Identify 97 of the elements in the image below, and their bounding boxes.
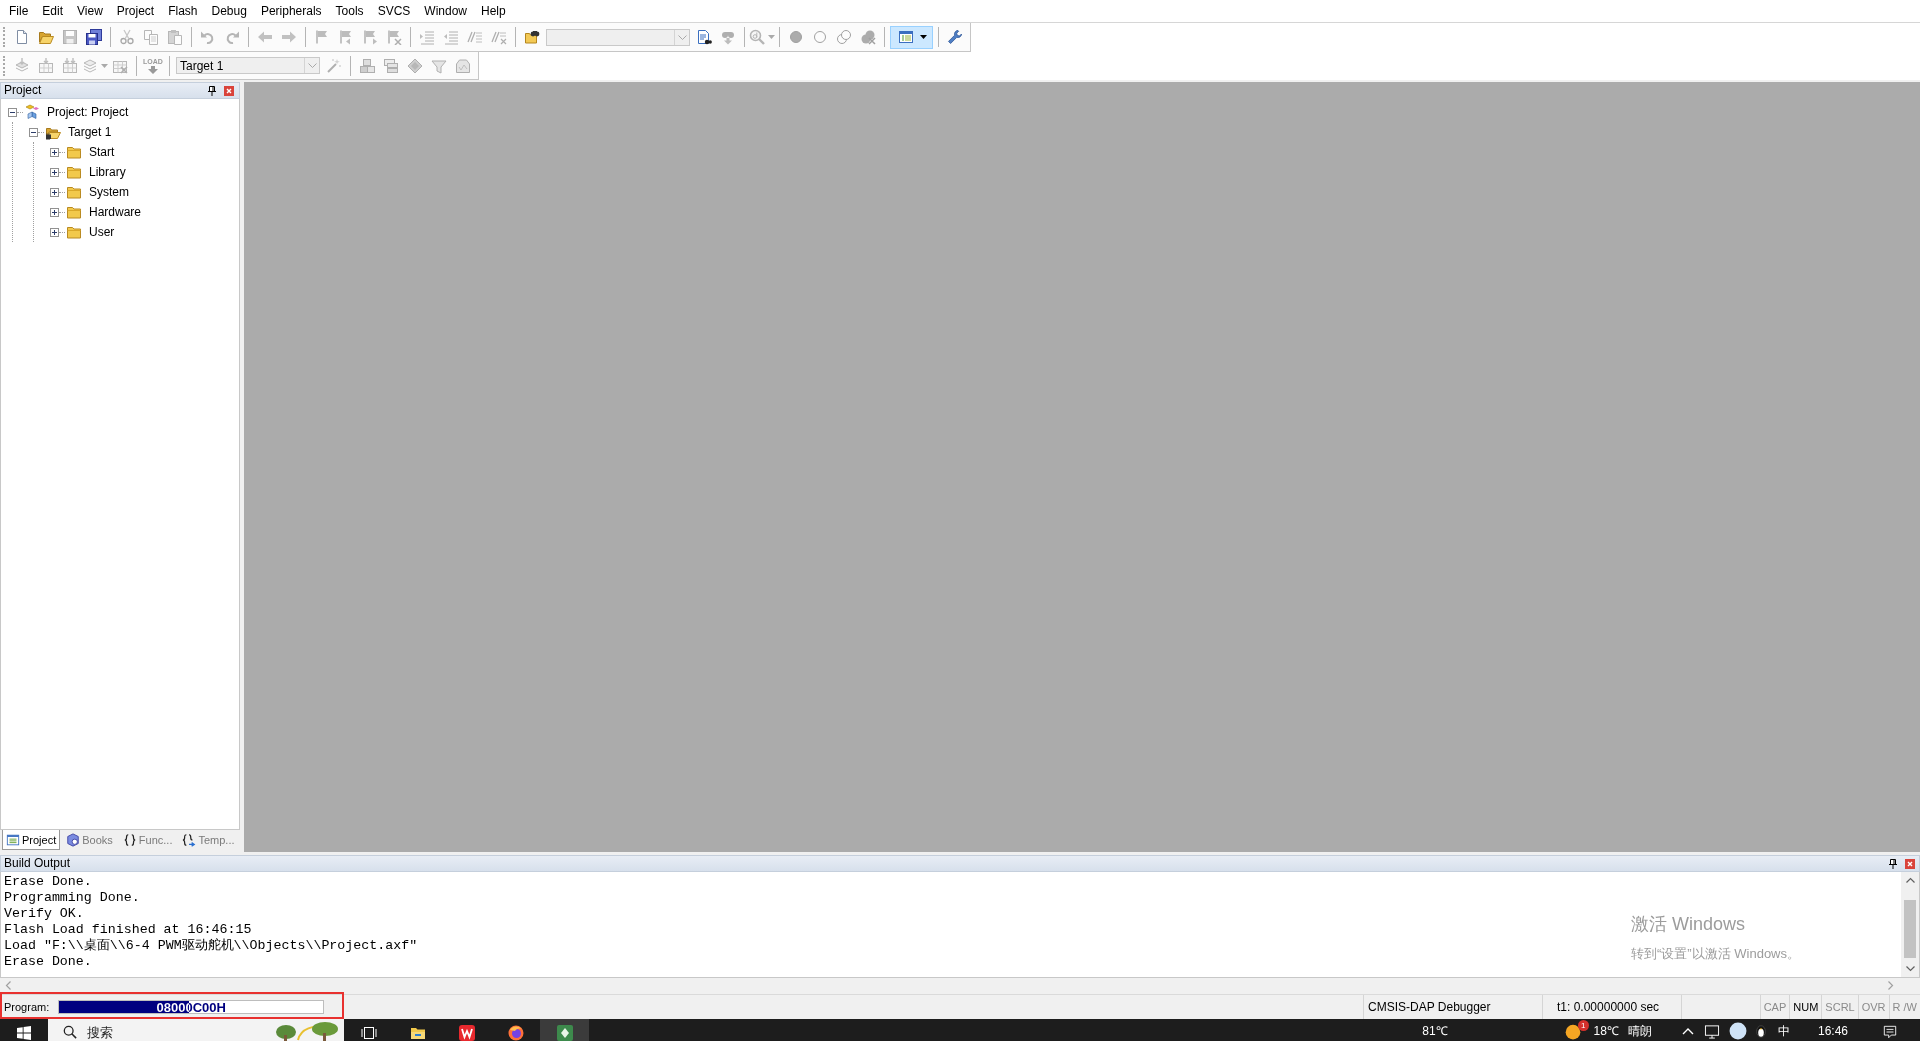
- menu-item[interactable]: View: [70, 2, 110, 20]
- key-indicator: NUM: [1793, 1001, 1819, 1013]
- menu-item[interactable]: Peripherals: [253, 2, 329, 20]
- plus-box-icon[interactable]: [50, 207, 59, 217]
- braces-icon: [122, 832, 137, 847]
- wrench-icon[interactable]: [947, 29, 963, 45]
- taskbar-app-button[interactable]: [540, 1019, 589, 1041]
- chevron-down-icon: [307, 63, 317, 68]
- close-icon[interactable]: [224, 85, 234, 96]
- output-line: Flash Load finished at 16:46:15: [4, 922, 252, 938]
- braces-arrow-icon: [182, 832, 197, 847]
- panel-tab[interactable]: Temp...: [178, 830, 239, 850]
- document-binoculars-icon[interactable]: [696, 29, 712, 45]
- folder-icon[interactable]: [409, 1025, 426, 1041]
- folder-icon: [66, 164, 82, 180]
- search-field[interactable]: 搜索: [87, 1024, 207, 1040]
- flame-globe-icon[interactable]: [507, 1025, 524, 1041]
- floppy-disks-icon[interactable]: [86, 29, 102, 45]
- search-bar[interactable]: 搜索: [48, 1019, 344, 1041]
- panel-tab[interactable]: Project: [2, 830, 61, 850]
- tree-item[interactable]: Hardware: [89, 205, 142, 219]
- folder-icon: [66, 224, 82, 240]
- pin-icon[interactable]: [1889, 858, 1897, 869]
- menu-item[interactable]: Edit: [35, 2, 71, 20]
- key-indicator: R /W: [1892, 1001, 1917, 1013]
- avatar-icon[interactable]: [1728, 1022, 1747, 1040]
- output-line: Erase Done.: [4, 874, 92, 890]
- caret-icon[interactable]: [920, 35, 927, 39]
- windows-logo-icon[interactable]: [17, 1026, 31, 1040]
- window-layout-button[interactable]: [890, 25, 933, 49]
- tree-item[interactable]: System: [89, 185, 129, 199]
- minus-box-icon[interactable]: [8, 107, 17, 117]
- tree-item[interactable]: User: [89, 225, 115, 239]
- menu-item[interactable]: SVCS: [370, 2, 418, 20]
- new-file-icon[interactable]: [14, 29, 30, 45]
- tree-item[interactable]: Target 1: [68, 125, 112, 139]
- weather-condition[interactable]: 晴朗: [1627, 1019, 1652, 1038]
- status-label: Program:: [4, 1001, 50, 1013]
- output-line: Erase Done.: [4, 954, 92, 970]
- tree-item[interactable]: Library: [89, 165, 126, 179]
- trees-illustration: [274, 1021, 340, 1041]
- output-line: Verify OK.: [4, 906, 84, 922]
- scroll-thumb[interactable]: [1904, 900, 1916, 958]
- status-text: t1: 0.00000000 sec: [1557, 1000, 1660, 1014]
- plus-box-icon[interactable]: [50, 227, 59, 237]
- chevron-down-icon: [677, 34, 687, 40]
- activation-notice-title: 激活 Windows: [1631, 913, 1747, 935]
- folder-icon: [66, 204, 82, 220]
- temperature-text: 81℃: [1422, 1023, 1448, 1038]
- key-indicator: SCRL: [1825, 1001, 1855, 1013]
- gems-icon: [24, 104, 40, 120]
- window-icon[interactable]: [898, 29, 914, 45]
- panel-tab[interactable]: Func...: [118, 830, 177, 850]
- zigzag-logo-icon[interactable]: [458, 1025, 475, 1041]
- menu-item[interactable]: Project: [109, 2, 162, 20]
- menu-item[interactable]: Debug: [204, 2, 254, 20]
- panel-title: Project: [4, 83, 43, 98]
- tree-item[interactable]: Project: Project: [47, 105, 129, 119]
- weather-temperature[interactable]: 18℃: [1593, 1019, 1619, 1038]
- menu-item[interactable]: Window: [417, 2, 474, 20]
- menu-item[interactable]: File: [2, 2, 36, 20]
- display-icon[interactable]: [1703, 1024, 1720, 1039]
- activation-notice-text: 转到“设置”以激活 Windows。: [1631, 945, 1800, 962]
- penguin-icon[interactable]: [1753, 1023, 1768, 1039]
- folder-icon: [66, 144, 82, 160]
- down-arrow-icon: [147, 65, 159, 74]
- close-icon[interactable]: [1905, 858, 1915, 869]
- app-tile-icon[interactable]: [556, 1025, 573, 1041]
- key-indicator: OVR: [1861, 1001, 1886, 1013]
- panel-tab[interactable]: Books: [62, 830, 117, 850]
- notification-badge: 1: [1577, 1020, 1589, 1031]
- pin-icon[interactable]: [208, 85, 216, 96]
- chevron-up-icon[interactable]: [1681, 1027, 1694, 1035]
- task-view-icon[interactable]: [360, 1025, 377, 1041]
- tree-item[interactable]: Start: [89, 145, 115, 159]
- vertical-scrollbar[interactable]: [1901, 872, 1919, 977]
- output-line: Programming Done.: [4, 890, 140, 906]
- input-method-indicator[interactable]: 中: [1777, 1019, 1790, 1038]
- plus-box-icon[interactable]: [50, 147, 59, 157]
- open-folder-icon[interactable]: [38, 29, 54, 45]
- menu-item[interactable]: Help: [474, 2, 513, 20]
- plus-box-icon[interactable]: [50, 167, 59, 177]
- clock-text[interactable]: 16:46: [1817, 1019, 1848, 1038]
- search-icon: [63, 1025, 77, 1039]
- output-line: Load "F:\\桌面\\6-4 PWM驱动舵机\\Objects\\Project.axf": [4, 938, 418, 954]
- folder-binoculars-icon[interactable]: [524, 29, 540, 45]
- menu-item[interactable]: Flash: [161, 2, 205, 20]
- key-indicator: CAP: [1763, 1001, 1787, 1013]
- folder-icon: [66, 184, 82, 200]
- list-window-icon: [6, 832, 20, 847]
- notification-icon[interactable]: [1883, 1025, 1897, 1039]
- book-icon: [66, 832, 81, 847]
- status-text: CMSIS-DAP Debugger: [1368, 1000, 1491, 1014]
- menu-item[interactable]: Tools: [328, 2, 371, 20]
- panel-title: Build Output: [4, 856, 72, 871]
- plus-box-icon[interactable]: [50, 187, 59, 197]
- minus-box-icon[interactable]: [29, 127, 38, 137]
